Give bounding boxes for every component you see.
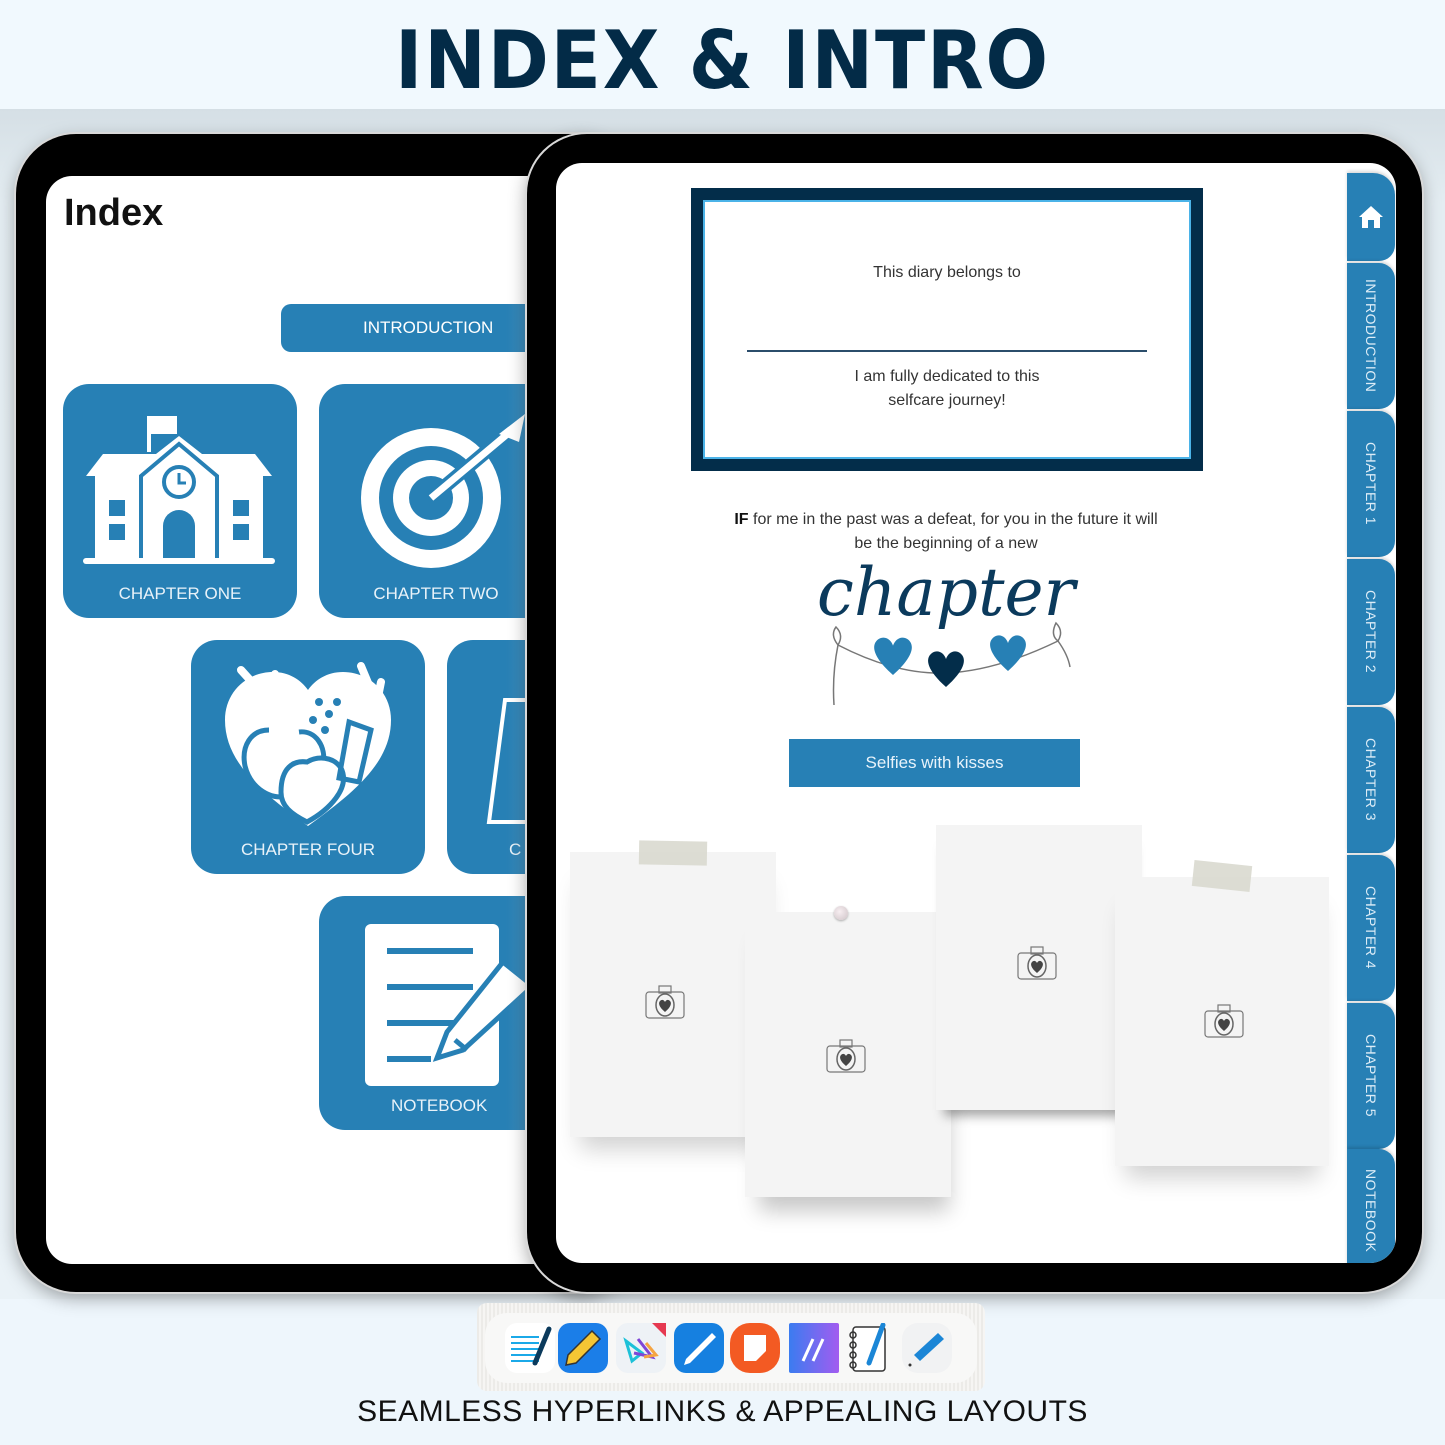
owner-card-inner: This diary belongs to I am fully dedicat…: [703, 200, 1191, 459]
footer-tagline: SEAMLESS HYPERLINKS & APPEALING LAYOUTS: [357, 1395, 1088, 1428]
heart-fruit-icon: [225, 662, 391, 826]
home-icon: [1359, 206, 1383, 228]
selfies-with-kisses-button[interactable]: Selfies with kisses: [789, 739, 1080, 787]
tab-chapter-1-label: CHAPTER 1: [1363, 442, 1379, 526]
owner-dedicated-text: I am fully dedicated to this selfcare jo…: [705, 365, 1189, 413]
flexcil-icon: [616, 1323, 666, 1373]
tab-chapter-3[interactable]: CHAPTER 3: [1347, 707, 1395, 853]
intro-screen: This diary belongs to I am fully dedicat…: [556, 163, 1396, 1263]
chapter-four-label: CHAPTER FOUR: [240, 840, 376, 859]
tab-chapter-5[interactable]: CHAPTER 5: [1347, 1003, 1395, 1149]
photo-placeholder-4[interactable]: [1115, 877, 1329, 1166]
selfies-label: Selfies with kisses: [865, 753, 1004, 772]
chapter-script-illustration: chapter: [817, 555, 1079, 706]
quote-line-1-text: for me in the past was a defeat, for you…: [748, 511, 1158, 528]
quote-bold: IF: [734, 511, 749, 528]
index-screen: Index INTRODUCTION CHAPTER ONE CHAPTER T…: [46, 176, 606, 1264]
pencil-eraser-icon: [902, 1323, 952, 1373]
tab-introduction[interactable]: INTRODUCTION: [1347, 263, 1395, 409]
camera-heart-icon: [1204, 1004, 1244, 1038]
introduction-label: INTRODUCTION: [363, 318, 494, 337]
camera-heart-icon: [1017, 946, 1057, 980]
push-pin: [834, 906, 848, 920]
tab-chapter-1[interactable]: CHAPTER 1: [1347, 411, 1395, 557]
washi-tape: [638, 840, 708, 866]
tab-chapter-2[interactable]: CHAPTER 2: [1347, 559, 1395, 705]
tab-notebook[interactable]: NOTEBOOK: [1347, 1149, 1395, 1263]
chapter-four-tile[interactable]: CHAPTER FOUR: [191, 640, 425, 874]
samsung-notes-icon: [730, 1323, 780, 1373]
tab-home[interactable]: [1347, 173, 1395, 261]
tab-chapter-2-label: CHAPTER 2: [1363, 590, 1379, 674]
index-title: Index: [64, 192, 164, 234]
owner-belongs-text: This diary belongs to: [873, 264, 1021, 281]
school-icon: [83, 416, 275, 564]
photo-placeholder-2[interactable]: [745, 912, 951, 1197]
tab-introduction-label: INTRODUCTION: [1363, 279, 1379, 393]
chapter-script-word: chapter: [817, 555, 1079, 631]
tab-chapter-3-label: CHAPTER 3: [1363, 738, 1379, 822]
chapter-one-tile[interactable]: CHAPTER ONE: [63, 384, 297, 618]
tab-notebook-label: NOTEBOOK: [1363, 1169, 1379, 1253]
quote-line-2: be the beginning of a new: [854, 535, 1038, 552]
page-title: INDEX & INTRO: [395, 14, 1050, 107]
chapter-one-label: CHAPTER ONE: [118, 584, 242, 603]
compatible-apps-strip: [477, 1303, 985, 1391]
tab-chapter-4[interactable]: CHAPTER 4: [1347, 855, 1395, 1001]
notes-writer-icon: [505, 1323, 555, 1373]
owner-card: This diary belongs to I am fully dedicat…: [691, 188, 1203, 471]
right-tablet: This diary belongs to I am fully dedicat…: [527, 134, 1422, 1292]
quote-line-1: IF for me in the past was a defeat, for …: [686, 508, 1206, 532]
penbook-icon: [789, 1323, 839, 1373]
heart-middle: [928, 651, 964, 687]
pen-app-icon: [674, 1323, 724, 1373]
dedicated-line-2: selfcare journey!: [888, 392, 1006, 409]
owner-name-line[interactable]: [747, 350, 1147, 352]
tab-chapter-4-label: CHAPTER 4: [1363, 886, 1379, 970]
quote-text: IF for me in the past was a defeat, for …: [686, 508, 1206, 556]
camera-heart-icon: [645, 985, 685, 1019]
tab-chapter-5-label: CHAPTER 5: [1363, 1034, 1379, 1118]
dedicated-line-1: I am fully dedicated to this: [854, 368, 1040, 385]
camera-heart-icon: [826, 1039, 866, 1073]
pencil-app-icon: [558, 1323, 608, 1373]
photo-placeholder-3[interactable]: [936, 825, 1142, 1110]
spiral-notebook-icon: [845, 1322, 895, 1373]
side-tabs: INTRODUCTION CHAPTER 1 CHAPTER 2 CHAPTER…: [1347, 173, 1395, 1263]
